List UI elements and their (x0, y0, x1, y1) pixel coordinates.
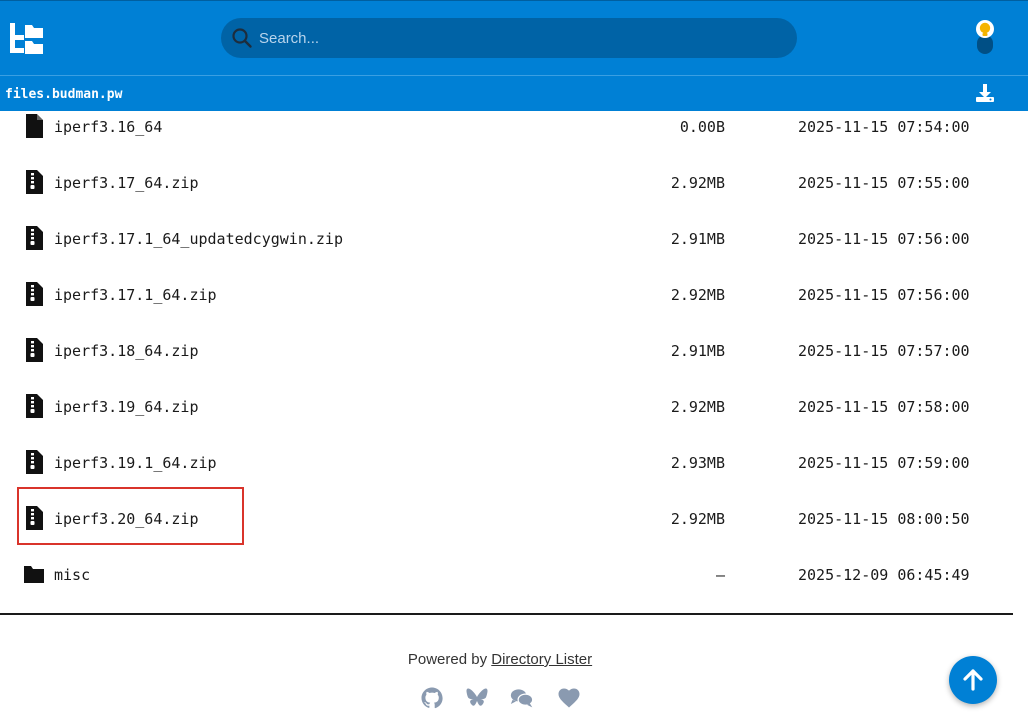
back-to-top-button[interactable] (949, 656, 997, 704)
file-date: 2025-12-09 06:45:49 (798, 566, 970, 584)
highlight-box (17, 487, 244, 545)
file-name[interactable]: iperf3.17_64.zip (54, 174, 199, 192)
file-size: 2.92MB (670, 510, 725, 528)
file-size: 0.00B (679, 118, 725, 136)
breadcrumb-bar: files.budman.pw (0, 75, 1028, 111)
file-size: — (715, 566, 725, 584)
directory-lister-logo-icon[interactable] (8, 21, 44, 55)
file-date: 2025-11-15 07:55:00 (798, 174, 970, 192)
file-size: 2.92MB (670, 286, 725, 304)
file-date: 2025-11-15 07:59:00 (798, 454, 970, 472)
file-size: 2.93MB (670, 454, 725, 472)
file-name[interactable]: iperf3.19.1_64.zip (54, 454, 217, 472)
file-row[interactable]: iperf3.17.1_64_updatedcygwin.zip 2.91MB 20… (0, 226, 1012, 284)
arrow-up-icon (963, 669, 983, 691)
file-archive-icon (26, 450, 43, 474)
directory-lister-link[interactable]: Directory Lister (491, 651, 592, 668)
file-row[interactable]: iperf3.17.1_64.zip 2.92MB 2025-11-15 07:56… (0, 282, 1012, 340)
file-icon (26, 114, 43, 138)
file-size: 2.91MB (670, 230, 725, 248)
search-box[interactable] (221, 18, 797, 58)
breadcrumb-root-link[interactable]: files.budman.pw (5, 87, 122, 102)
file-row[interactable]: misc — 2025-12-09 06:45:49 (0, 564, 1012, 620)
footer-divider (0, 613, 1013, 615)
file-name[interactable]: iperf3.18_64.zip (54, 342, 199, 360)
file-archive-icon (26, 338, 43, 362)
file-archive-icon (26, 226, 43, 250)
file-archive-icon (26, 170, 43, 194)
file-date: 2025-11-15 07:54:00 (798, 118, 970, 136)
file-archive-icon (26, 282, 43, 306)
file-date: 2025-11-15 07:58:00 (798, 398, 970, 416)
file-date: 2025-11-15 07:57:00 (798, 342, 970, 360)
download-icon[interactable] (974, 82, 996, 104)
file-name[interactable]: iperf3.19_64.zip (54, 398, 199, 416)
footer-credit: Powered by Directory Lister (0, 651, 1000, 668)
lightbulb-theme-toggle-icon[interactable] (972, 18, 998, 56)
file-date: 2025-11-15 07:56:00 (798, 230, 970, 248)
file-row[interactable]: iperf3.16_64 0.00B 2025-11-15 07:54:00 (0, 114, 1012, 172)
file-size: 2.92MB (670, 174, 725, 192)
file-row[interactable]: iperf3.17_64.zip 2.92MB 2025-11-15 07:55:0… (0, 170, 1012, 228)
file-date: 2025-11-15 08:00:50 (798, 510, 970, 528)
folder-icon (24, 566, 44, 583)
file-name[interactable]: misc (54, 566, 90, 584)
file-name[interactable]: iperf3.16_64 (54, 118, 162, 136)
chat-comments-icon[interactable] (510, 686, 534, 710)
file-size: 2.92MB (670, 398, 725, 416)
file-row[interactable]: iperf3.18_64.zip 2.91MB 2025-11-15 07:57:0… (0, 338, 1012, 396)
file-size: 2.91MB (670, 342, 725, 360)
file-row[interactable]: iperf3.19_64.zip 2.92MB 2025-11-15 07:58:0… (0, 394, 1012, 452)
search-input[interactable] (259, 18, 779, 58)
powered-by-text: Powered by (407, 651, 492, 668)
github-icon[interactable] (420, 686, 444, 710)
file-date: 2025-11-15 07:56:00 (798, 286, 970, 304)
bluesky-butterfly-icon[interactable] (465, 686, 489, 710)
search-icon (232, 28, 252, 48)
file-name[interactable]: iperf3.17.1_64.zip (54, 286, 217, 304)
file-name[interactable]: iperf3.17.1_64_updatedcygwin.zip (54, 230, 343, 248)
file-archive-icon (26, 394, 43, 418)
header-bar (0, 0, 1028, 75)
heart-sponsor-icon[interactable] (557, 686, 581, 710)
